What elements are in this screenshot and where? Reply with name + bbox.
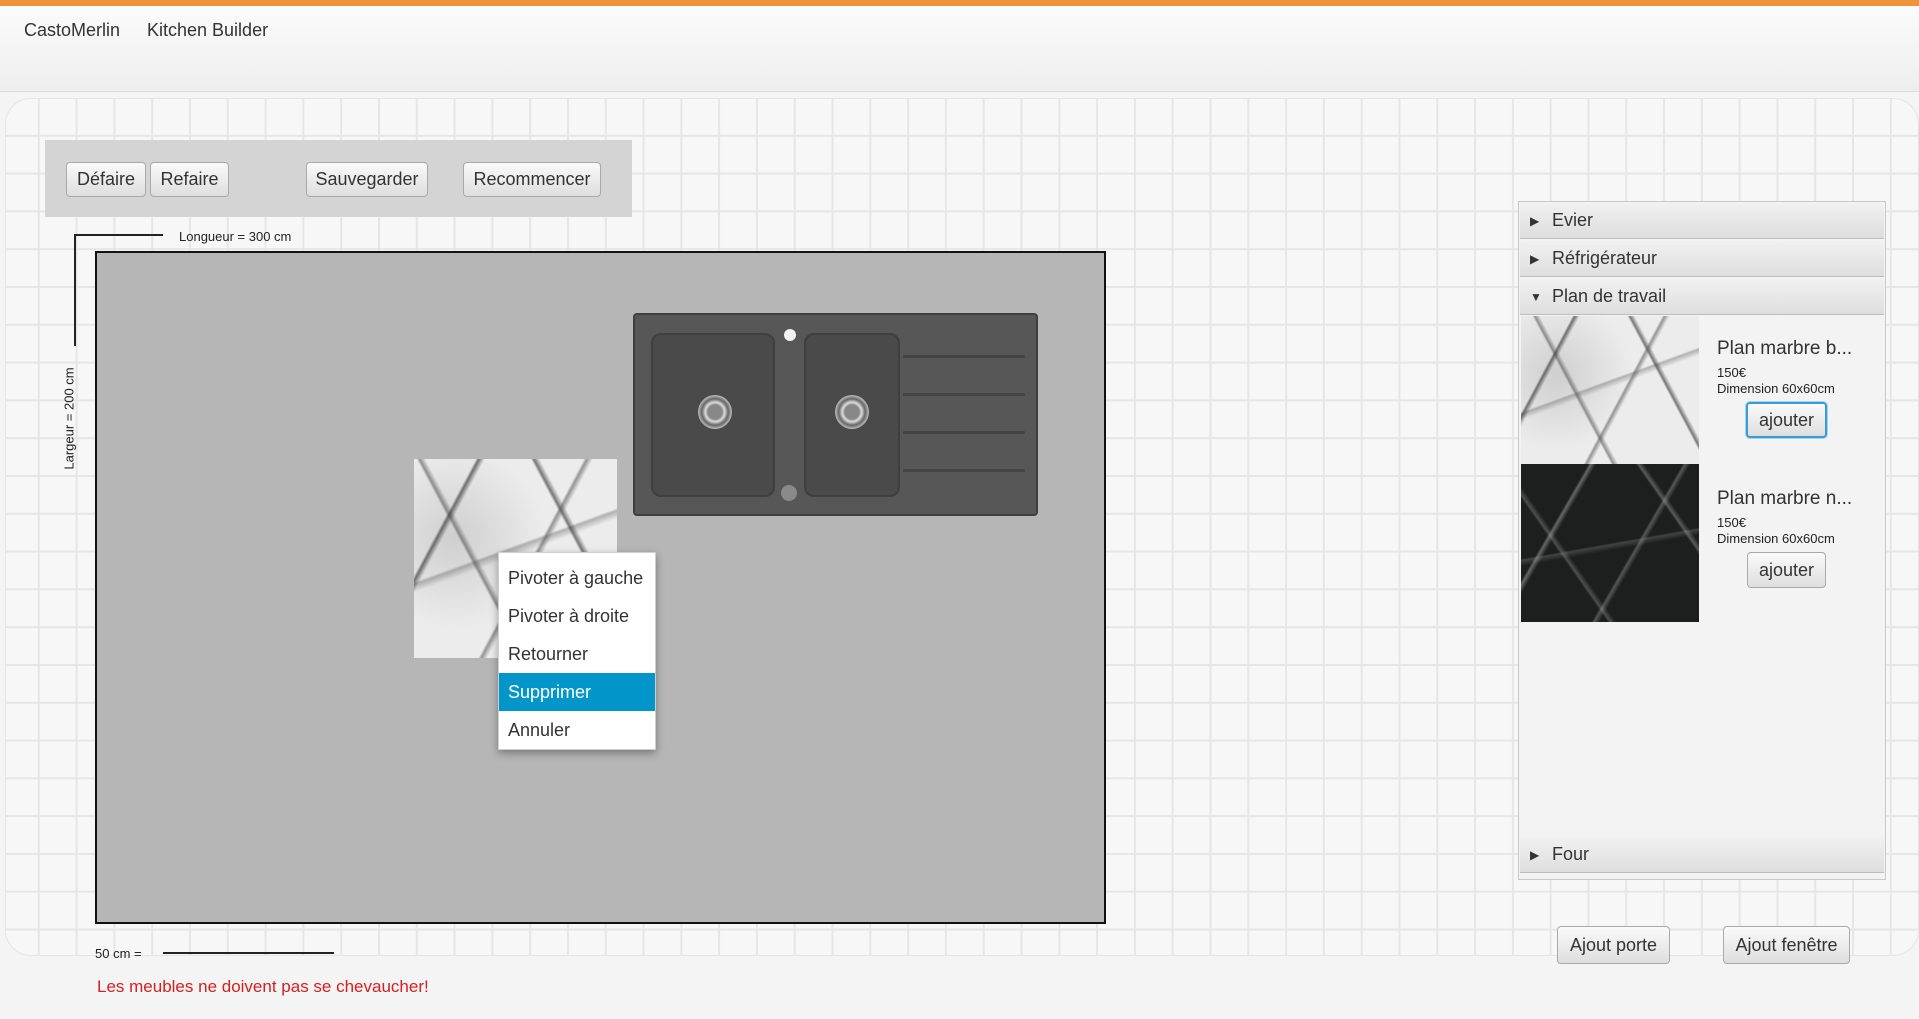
add-window-button[interactable]: Ajout fenêtre	[1723, 926, 1850, 964]
toolbar: Défaire Refaire Sauvegarder Recommencer	[45, 140, 632, 217]
faucet-hole-icon	[784, 329, 796, 341]
product-price: 150€	[1717, 515, 1746, 530]
caret-right-icon: ▶	[1530, 251, 1540, 266]
caret-right-icon: ▶	[1530, 213, 1540, 228]
product-image-white-marble	[1521, 316, 1699, 464]
restart-button[interactable]: Recommencer	[463, 162, 601, 197]
product-price: 150€	[1717, 365, 1746, 380]
context-menu: Pivoter à gauche Pivoter à droite Retour…	[498, 552, 656, 750]
product-name: Plan marbre n...	[1717, 488, 1853, 509]
product-name: Plan marbre b...	[1717, 338, 1853, 359]
overflow-icon	[781, 485, 797, 501]
drain-right-icon	[835, 395, 869, 429]
add-product-button[interactable]: ajouter	[1746, 402, 1827, 438]
category-evier[interactable]: ▶ Evier	[1520, 203, 1884, 239]
category-label: Four	[1552, 844, 1590, 864]
save-button[interactable]: Sauvegarder	[306, 162, 428, 197]
placed-sink[interactable]	[633, 313, 1038, 516]
category-label: Evier	[1552, 210, 1594, 230]
length-line	[74, 234, 163, 236]
drainer-groove	[903, 469, 1025, 472]
menu-flip[interactable]: Retourner	[499, 635, 655, 673]
menu-castomerlin[interactable]: CastoMerlin	[24, 20, 120, 41]
menu-bar: CastoMerlin Kitchen Builder	[0, 0, 1919, 92]
menu-delete[interactable]: Supprimer	[499, 673, 655, 711]
catalog-panel: ▶ Evier ▶ Réfrigérateur ▼ Plan de travai…	[1518, 201, 1886, 880]
scale-line	[163, 952, 334, 954]
drainer-groove	[903, 355, 1025, 358]
category-four[interactable]: ▶ Four	[1520, 837, 1884, 873]
category-refrigerateur[interactable]: ▶ Réfrigérateur	[1520, 241, 1884, 277]
width-line	[74, 234, 76, 346]
redo-button[interactable]: Refaire	[150, 162, 229, 197]
overlap-error-message: Les meubles ne doivent pas se chevaucher…	[97, 977, 429, 996]
drain-left-icon	[698, 395, 732, 429]
scale-label: 50 cm =	[95, 946, 142, 961]
drainer-groove	[903, 431, 1025, 434]
undo-button[interactable]: Défaire	[66, 162, 146, 197]
product-image-black-marble	[1521, 464, 1699, 622]
category-plan-de-travail[interactable]: ▼ Plan de travail	[1520, 279, 1884, 315]
menu-rotate-left[interactable]: Pivoter à gauche	[499, 559, 655, 597]
menu-kitchen-builder[interactable]: Kitchen Builder	[147, 20, 268, 41]
add-door-button[interactable]: Ajout porte	[1557, 926, 1670, 964]
category-label: Réfrigérateur	[1552, 248, 1658, 268]
product-dimension: Dimension 60x60cm	[1717, 531, 1835, 546]
product-dimension: Dimension 60x60cm	[1717, 381, 1835, 396]
length-label: Longueur = 300 cm	[179, 229, 292, 244]
caret-right-icon: ▶	[1530, 847, 1540, 862]
category-label: Plan de travail	[1552, 286, 1667, 306]
add-product-button[interactable]: ajouter	[1747, 552, 1826, 588]
drainer-groove	[903, 393, 1025, 396]
caret-down-icon: ▼	[1530, 289, 1542, 304]
width-label: Largeur = 200 cm	[61, 367, 77, 470]
menu-rotate-right[interactable]: Pivoter à droite	[499, 597, 655, 635]
menu-cancel[interactable]: Annuler	[499, 711, 655, 749]
